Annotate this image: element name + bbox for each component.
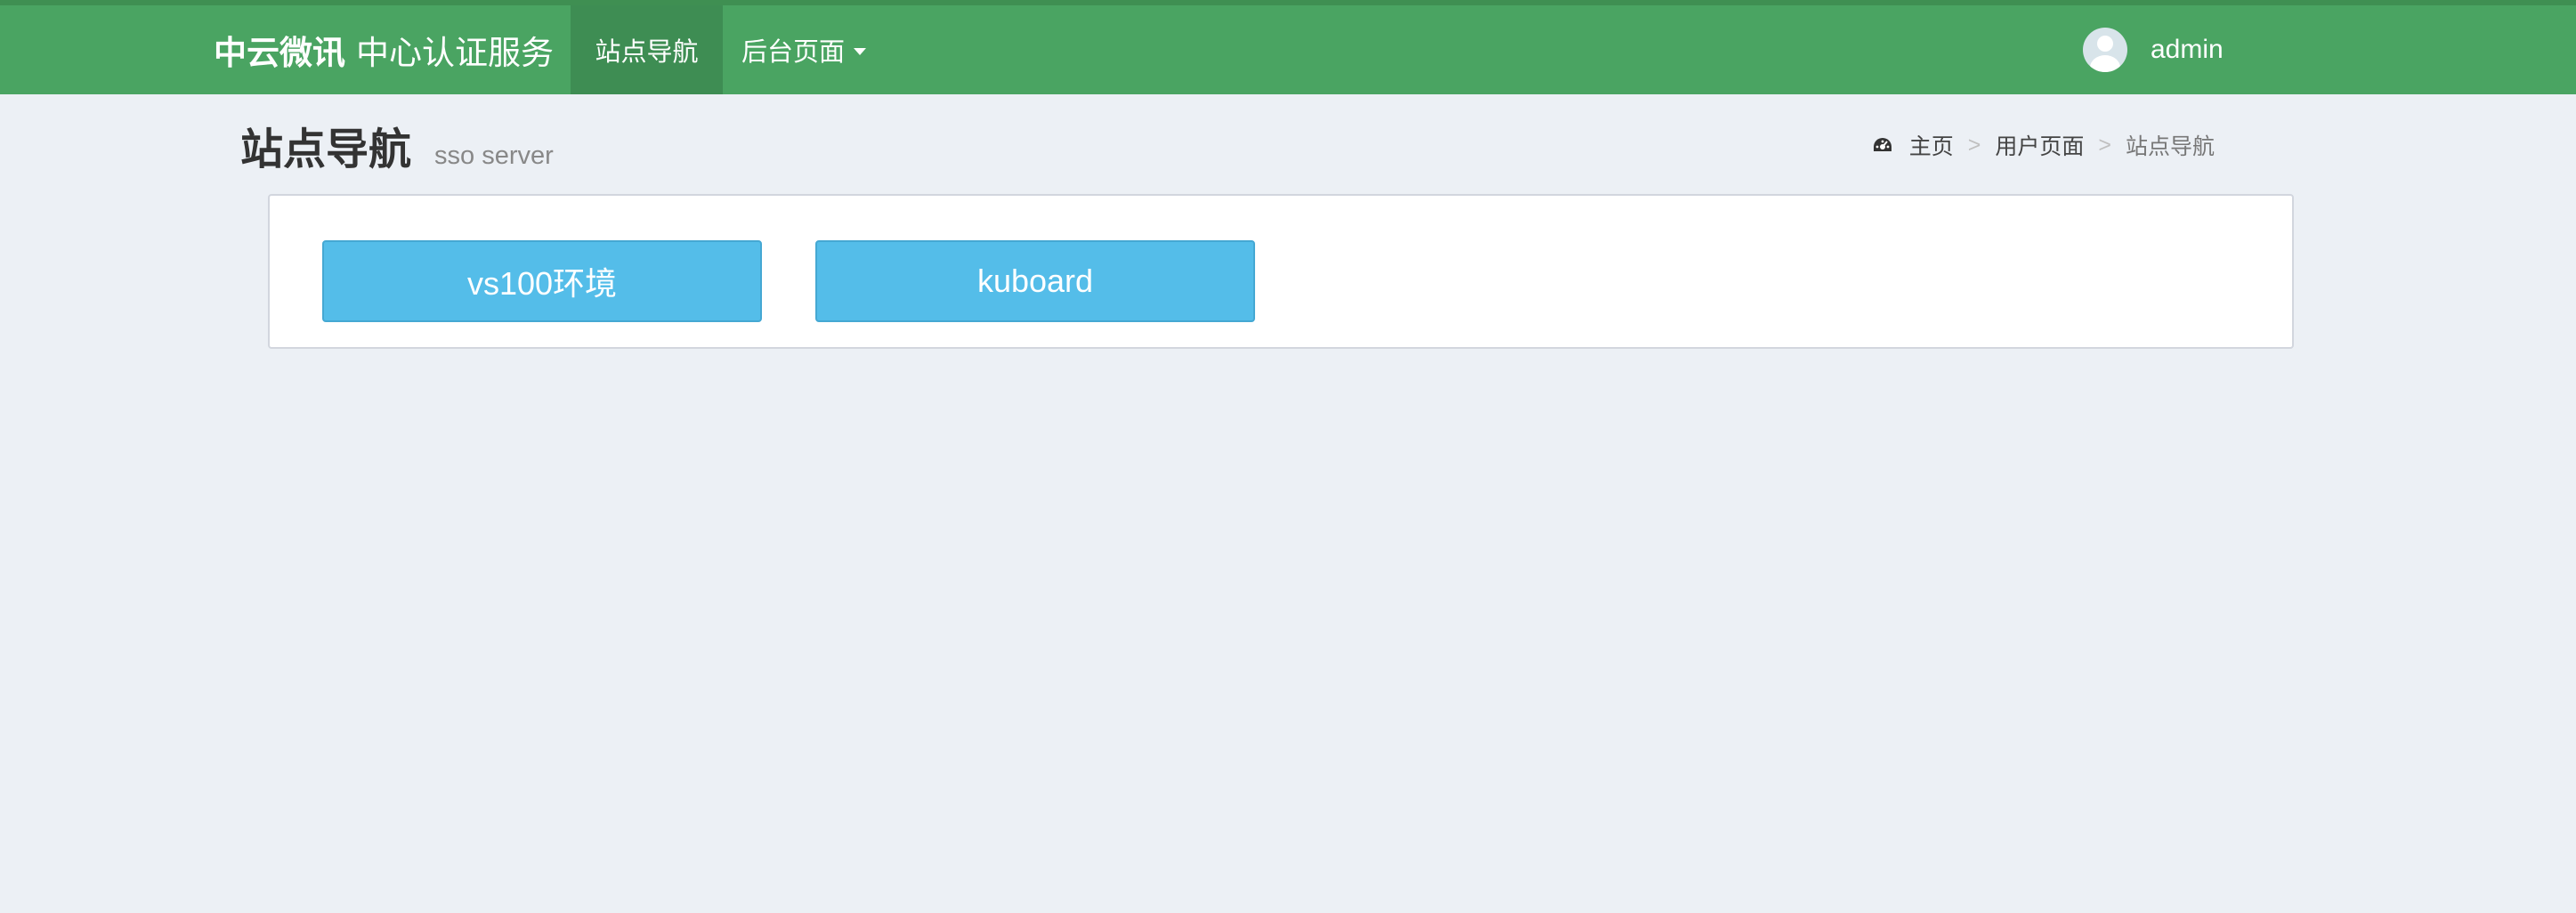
breadcrumb-user-pages[interactable]: 用户页面 — [1995, 129, 2084, 161]
nav-backend-dropdown[interactable]: 后台页面 — [723, 5, 885, 94]
page-header: 站点导航 sso server — [240, 114, 554, 176]
page-title: 站点导航 — [240, 126, 412, 174]
user-menu[interactable]: admin — [2083, 5, 2224, 94]
brand-logo[interactable]: 中云微讯 中心认证服务 — [214, 5, 554, 94]
site-button-kuboard[interactable]: kuboard — [815, 240, 1255, 322]
brand-name-rest: 中心认证服务 — [356, 35, 554, 71]
page-subtitle: sso server — [434, 141, 554, 170]
nav-backend-label: 后台页面 — [741, 38, 845, 67]
site-button-vs100[interactable]: vs100环境 — [322, 240, 762, 322]
user-avatar-icon — [2083, 28, 2127, 72]
breadcrumb-separator: > — [1967, 132, 1981, 158]
user-name: admin — [2151, 35, 2224, 64]
breadcrumb-home[interactable]: 主页 — [1909, 129, 1954, 161]
breadcrumb-separator: > — [2098, 132, 2111, 158]
dashboard-icon — [1873, 138, 1891, 151]
breadcrumb-current: 站点导航 — [2125, 134, 2215, 159]
brand-name-bold: 中云微讯 — [214, 35, 345, 71]
caret-down-icon — [854, 48, 866, 55]
nav-site-navigation-label: 站点导航 — [595, 38, 699, 67]
nav-site-navigation[interactable]: 站点导航 — [571, 5, 723, 94]
site-links-panel: vs100环境 kuboard — [268, 194, 2294, 349]
breadcrumb: 主页 > 用户页面 > 站点导航 — [1872, 129, 2215, 161]
